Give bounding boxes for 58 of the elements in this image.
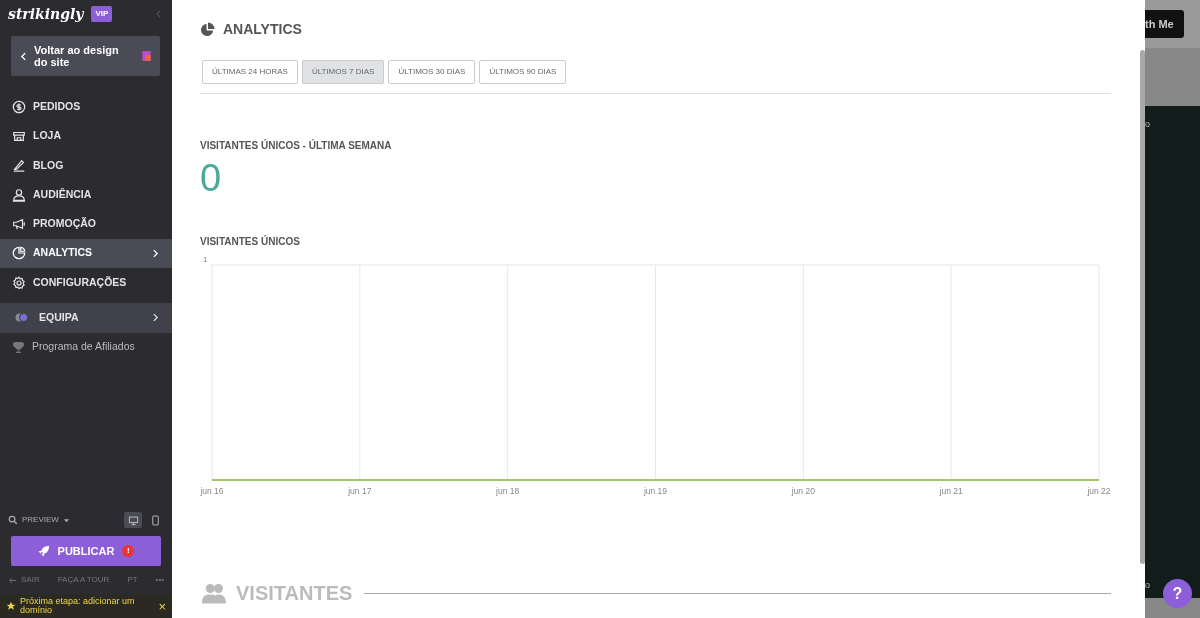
period-tab[interactable]: ÚLTIMOS 30 DIAS — [388, 60, 476, 84]
sidebar-item[interactable]: PEDIDOS — [0, 92, 172, 122]
x-tick-label: jun 20 — [791, 486, 815, 496]
vip-badge: VIP — [91, 6, 113, 22]
section-title: VISITANTES — [236, 581, 353, 606]
sidebar-item[interactable]: LOJA — [0, 121, 172, 151]
chevron-left-icon — [19, 51, 28, 61]
sidebar-item[interactable]: BLOG — [0, 150, 172, 181]
x-tick-label: jun 17 — [348, 486, 372, 496]
desktop-toggle[interactable] — [124, 512, 142, 528]
preview-label: o — [1145, 119, 1150, 129]
sidebar-item[interactable]: AUDIÊNCIA — [0, 180, 172, 210]
phone-icon — [149, 514, 161, 526]
logo: strikingly — [8, 4, 84, 24]
sidebar-item[interactable]: ANALYTICS — [0, 238, 172, 268]
back-button[interactable]: Voltar ao design do site — [11, 36, 160, 77]
arrow-left-icon — [8, 575, 17, 585]
x-tick-label: jun 18 — [496, 486, 520, 496]
sidebar-item[interactable]: Programa de Afiliados — [0, 332, 172, 362]
stat-value: 0 — [200, 159, 223, 197]
period-tab[interactable]: ÚLTIMOS 90 DIAS — [479, 60, 567, 84]
pen-icon — [12, 158, 26, 173]
x-tick-label: jun 22 — [1087, 486, 1111, 496]
page-icon — [141, 50, 152, 63]
x-tick-label: jun 16 — [200, 486, 224, 496]
pie-chart-icon — [12, 246, 26, 261]
stat-label: VISITANTES ÚNICOS - ÚLTIMA SEMANA — [200, 138, 393, 153]
trophy-icon — [12, 340, 25, 354]
search-icon — [8, 515, 18, 525]
close-button[interactable]: × — [158, 599, 166, 613]
people-icon — [200, 581, 228, 605]
scrollbar[interactable] — [1140, 50, 1145, 564]
sidebar-item[interactable]: PROMOÇÃO — [0, 209, 172, 239]
page-title: ANALYTICS — [223, 19, 302, 39]
rocket-icon — [37, 545, 50, 557]
sidebar-item[interactable]: CONFIGURAÇÕES — [0, 267, 172, 298]
alert-badge: ! — [122, 545, 135, 557]
megaphone-icon — [12, 217, 26, 231]
sidebar-item[interactable]: EQUIPA — [0, 303, 172, 333]
preview-dropdown[interactable]: PREVIEW — [8, 514, 70, 526]
preview-label: o — [1145, 579, 1150, 590]
x-tick-label: jun 19 — [643, 486, 668, 496]
period-tab[interactable]: ÚLTIMOS 7 DIAS — [301, 60, 385, 84]
gear-icon — [12, 275, 26, 290]
preview-button[interactable]: th Me — [1145, 9, 1184, 39]
notice-text: Próxima etapa: adicionar um domínio — [20, 597, 136, 615]
caret-icon — [62, 516, 70, 524]
chart-title: VISITANTES ÚNICOS — [200, 234, 301, 249]
x-tick-label: jun 21 — [939, 486, 963, 496]
dollar-icon — [12, 99, 26, 114]
y-axis-label: 1 — [203, 255, 208, 264]
monitor-icon — [127, 514, 139, 526]
store-icon — [12, 129, 26, 144]
star-icon — [6, 601, 16, 611]
pie-chart-icon — [200, 21, 215, 37]
person-icon — [12, 187, 26, 202]
publish-button[interactable]: PUBLICAR ! — [11, 536, 161, 566]
period-tab[interactable]: ÚLTIMAS 24 HORAS — [202, 60, 298, 84]
